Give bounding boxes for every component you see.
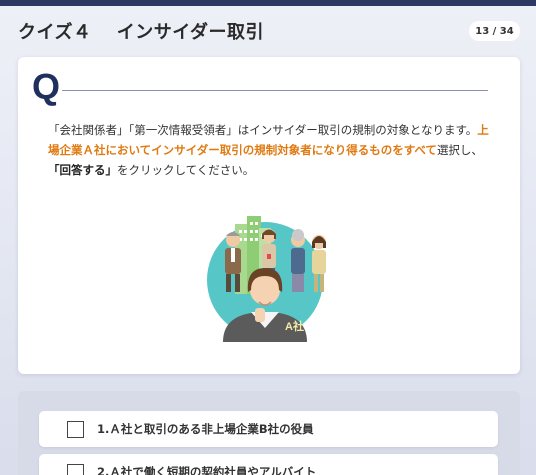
page-title: クイズ４ インサイダー取引 — [18, 22, 265, 43]
question-text-part1: 「会社関係者」「第一次情報受領者」はインサイダー取引の規制の対象となります。 — [48, 123, 478, 137]
option-2-label: 2.Ａ社で働く短期の契約社員やアルバイト — [97, 465, 317, 475]
option-2[interactable]: 2.Ａ社で働く短期の契約社員やアルバイト — [39, 454, 498, 475]
option-1-label: 1.Ａ社と取引のある非上場企業B社の役員 — [97, 422, 314, 436]
question-card: Q 「会社関係者」「第一次情報受領者」はインサイダー取引の規制の対象となります。… — [18, 57, 520, 374]
question-text: 「会社関係者」「第一次情報受領者」はインサイダー取引の規制の対象となります。上場… — [48, 120, 493, 180]
question-text-part3: 選択し、 — [436, 143, 483, 157]
page-counter-badge: 13 / 34 — [469, 21, 520, 41]
option-2-checkbox[interactable] — [67, 463, 84, 475]
option-1-checkbox[interactable] — [67, 420, 84, 438]
top-accent-bar — [0, 0, 536, 6]
question-text-part5: をクリックしてください。 — [117, 163, 255, 177]
question-text-answer-button-ref: 「回答する」 — [48, 163, 117, 177]
people-office-illustration: A社 — [207, 216, 326, 342]
option-1[interactable]: 1.Ａ社と取引のある非上場企業B社の役員 — [39, 411, 498, 447]
company-a-label: A社 — [285, 319, 304, 333]
question-mark-label: Q — [32, 66, 61, 107]
question-divider — [62, 90, 488, 91]
options-panel: 1.Ａ社と取引のある非上場企業B社の役員 2.Ａ社で働く短期の契約社員やアルバイ… — [18, 391, 520, 475]
